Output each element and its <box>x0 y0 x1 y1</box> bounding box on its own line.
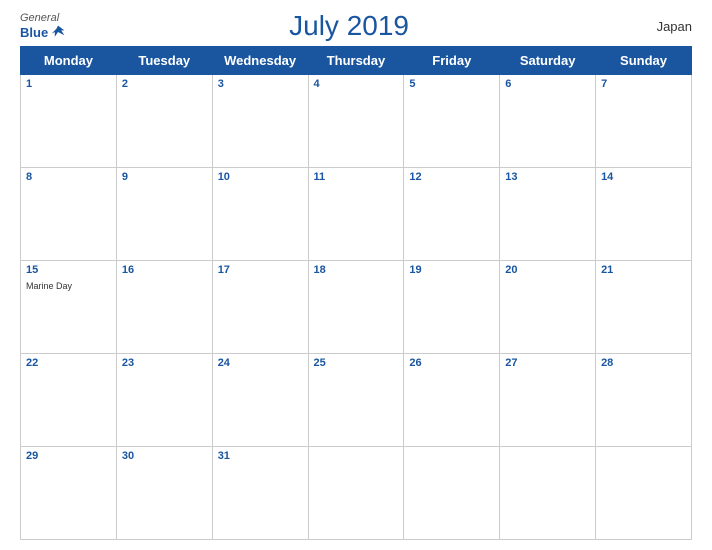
calendar-header: General Blue July 2019 Japan <box>20 10 692 42</box>
table-row <box>596 447 692 540</box>
day-number: 5 <box>409 78 494 90</box>
header-thursday: Thursday <box>308 47 404 75</box>
day-number: 8 <box>26 171 111 183</box>
table-row: 23 <box>116 354 212 447</box>
calendar-week-row: 1234567 <box>21 75 692 168</box>
day-number: 19 <box>409 264 494 276</box>
table-row: 6 <box>500 75 596 168</box>
day-number: 31 <box>218 450 303 462</box>
table-row: 9 <box>116 168 212 261</box>
day-number: 23 <box>122 357 207 369</box>
table-row: 12 <box>404 168 500 261</box>
logo-bird-icon <box>50 24 66 40</box>
day-number: 3 <box>218 78 303 90</box>
table-row: 25 <box>308 354 404 447</box>
table-row: 21 <box>596 261 692 354</box>
day-number: 20 <box>505 264 590 276</box>
table-row: 14 <box>596 168 692 261</box>
calendar-week-row: 29 30 31 <box>21 447 692 540</box>
table-row: 15 Marine Day <box>21 261 117 354</box>
day-number: 16 <box>122 264 207 276</box>
header-sunday: Sunday <box>596 47 692 75</box>
logo-blue-text: Blue <box>20 25 48 40</box>
calendar-week-row: 89 10 11 12 13 14 <box>21 168 692 261</box>
day-number: 28 <box>601 357 686 369</box>
day-number: 13 <box>505 171 590 183</box>
day-number: 17 <box>218 264 303 276</box>
table-row: 11 <box>308 168 404 261</box>
day-number: 26 <box>409 357 494 369</box>
table-row: 18 <box>308 261 404 354</box>
calendar-table: Monday Tuesday Wednesday Thursday Friday… <box>20 46 692 540</box>
country-label: Japan <box>632 19 692 34</box>
day-number: 6 <box>505 78 590 90</box>
day-number: 27 <box>505 357 590 369</box>
table-row: 5 <box>404 75 500 168</box>
calendar-week-row: 15 Marine Day 16 17 18 19 20 21 <box>21 261 692 354</box>
table-row: 16 <box>116 261 212 354</box>
header-friday: Friday <box>404 47 500 75</box>
logo-blue-row: Blue <box>20 24 66 40</box>
day-number: 24 <box>218 357 303 369</box>
day-number: 12 <box>409 171 494 183</box>
calendar-title: July 2019 <box>66 10 632 42</box>
table-row: 7 <box>596 75 692 168</box>
table-row: 24 <box>212 354 308 447</box>
day-number: 29 <box>26 450 111 462</box>
day-number: 11 <box>314 171 399 183</box>
header-wednesday: Wednesday <box>212 47 308 75</box>
day-number: 22 <box>26 357 111 369</box>
table-row: 20 <box>500 261 596 354</box>
header-tuesday: Tuesday <box>116 47 212 75</box>
table-row: 26 <box>404 354 500 447</box>
table-row: 29 <box>21 447 117 540</box>
table-row: 1 <box>21 75 117 168</box>
table-row: 28 <box>596 354 692 447</box>
day-number: 18 <box>314 264 399 276</box>
day-number: 9 <box>122 171 207 183</box>
day-number: 30 <box>122 450 207 462</box>
table-row: 30 <box>116 447 212 540</box>
logo-general-text: General <box>20 12 59 24</box>
table-row: 17 <box>212 261 308 354</box>
table-row <box>308 447 404 540</box>
table-row <box>500 447 596 540</box>
table-row: 10 <box>212 168 308 261</box>
header-monday: Monday <box>21 47 117 75</box>
table-row: 3 <box>212 75 308 168</box>
table-row: 27 <box>500 354 596 447</box>
table-row: 4 <box>308 75 404 168</box>
table-row: 22 <box>21 354 117 447</box>
day-number: 7 <box>601 78 686 90</box>
weekday-header-row: Monday Tuesday Wednesday Thursday Friday… <box>21 47 692 75</box>
day-number: 25 <box>314 357 399 369</box>
day-number: 21 <box>601 264 686 276</box>
day-number: 2 <box>122 78 207 90</box>
calendar-week-row: 22 23 24 25 26 27 28 <box>21 354 692 447</box>
day-event: Marine Day <box>26 281 72 291</box>
table-row: 31 <box>212 447 308 540</box>
table-row: 19 <box>404 261 500 354</box>
header-saturday: Saturday <box>500 47 596 75</box>
logo: General Blue <box>20 12 66 40</box>
day-number: 1 <box>26 78 111 90</box>
day-number: 4 <box>314 78 399 90</box>
table-row: 13 <box>500 168 596 261</box>
day-number: 10 <box>218 171 303 183</box>
day-number: 15 <box>26 264 111 276</box>
table-row <box>404 447 500 540</box>
table-row: 2 <box>116 75 212 168</box>
day-number: 14 <box>601 171 686 183</box>
table-row: 8 <box>21 168 117 261</box>
